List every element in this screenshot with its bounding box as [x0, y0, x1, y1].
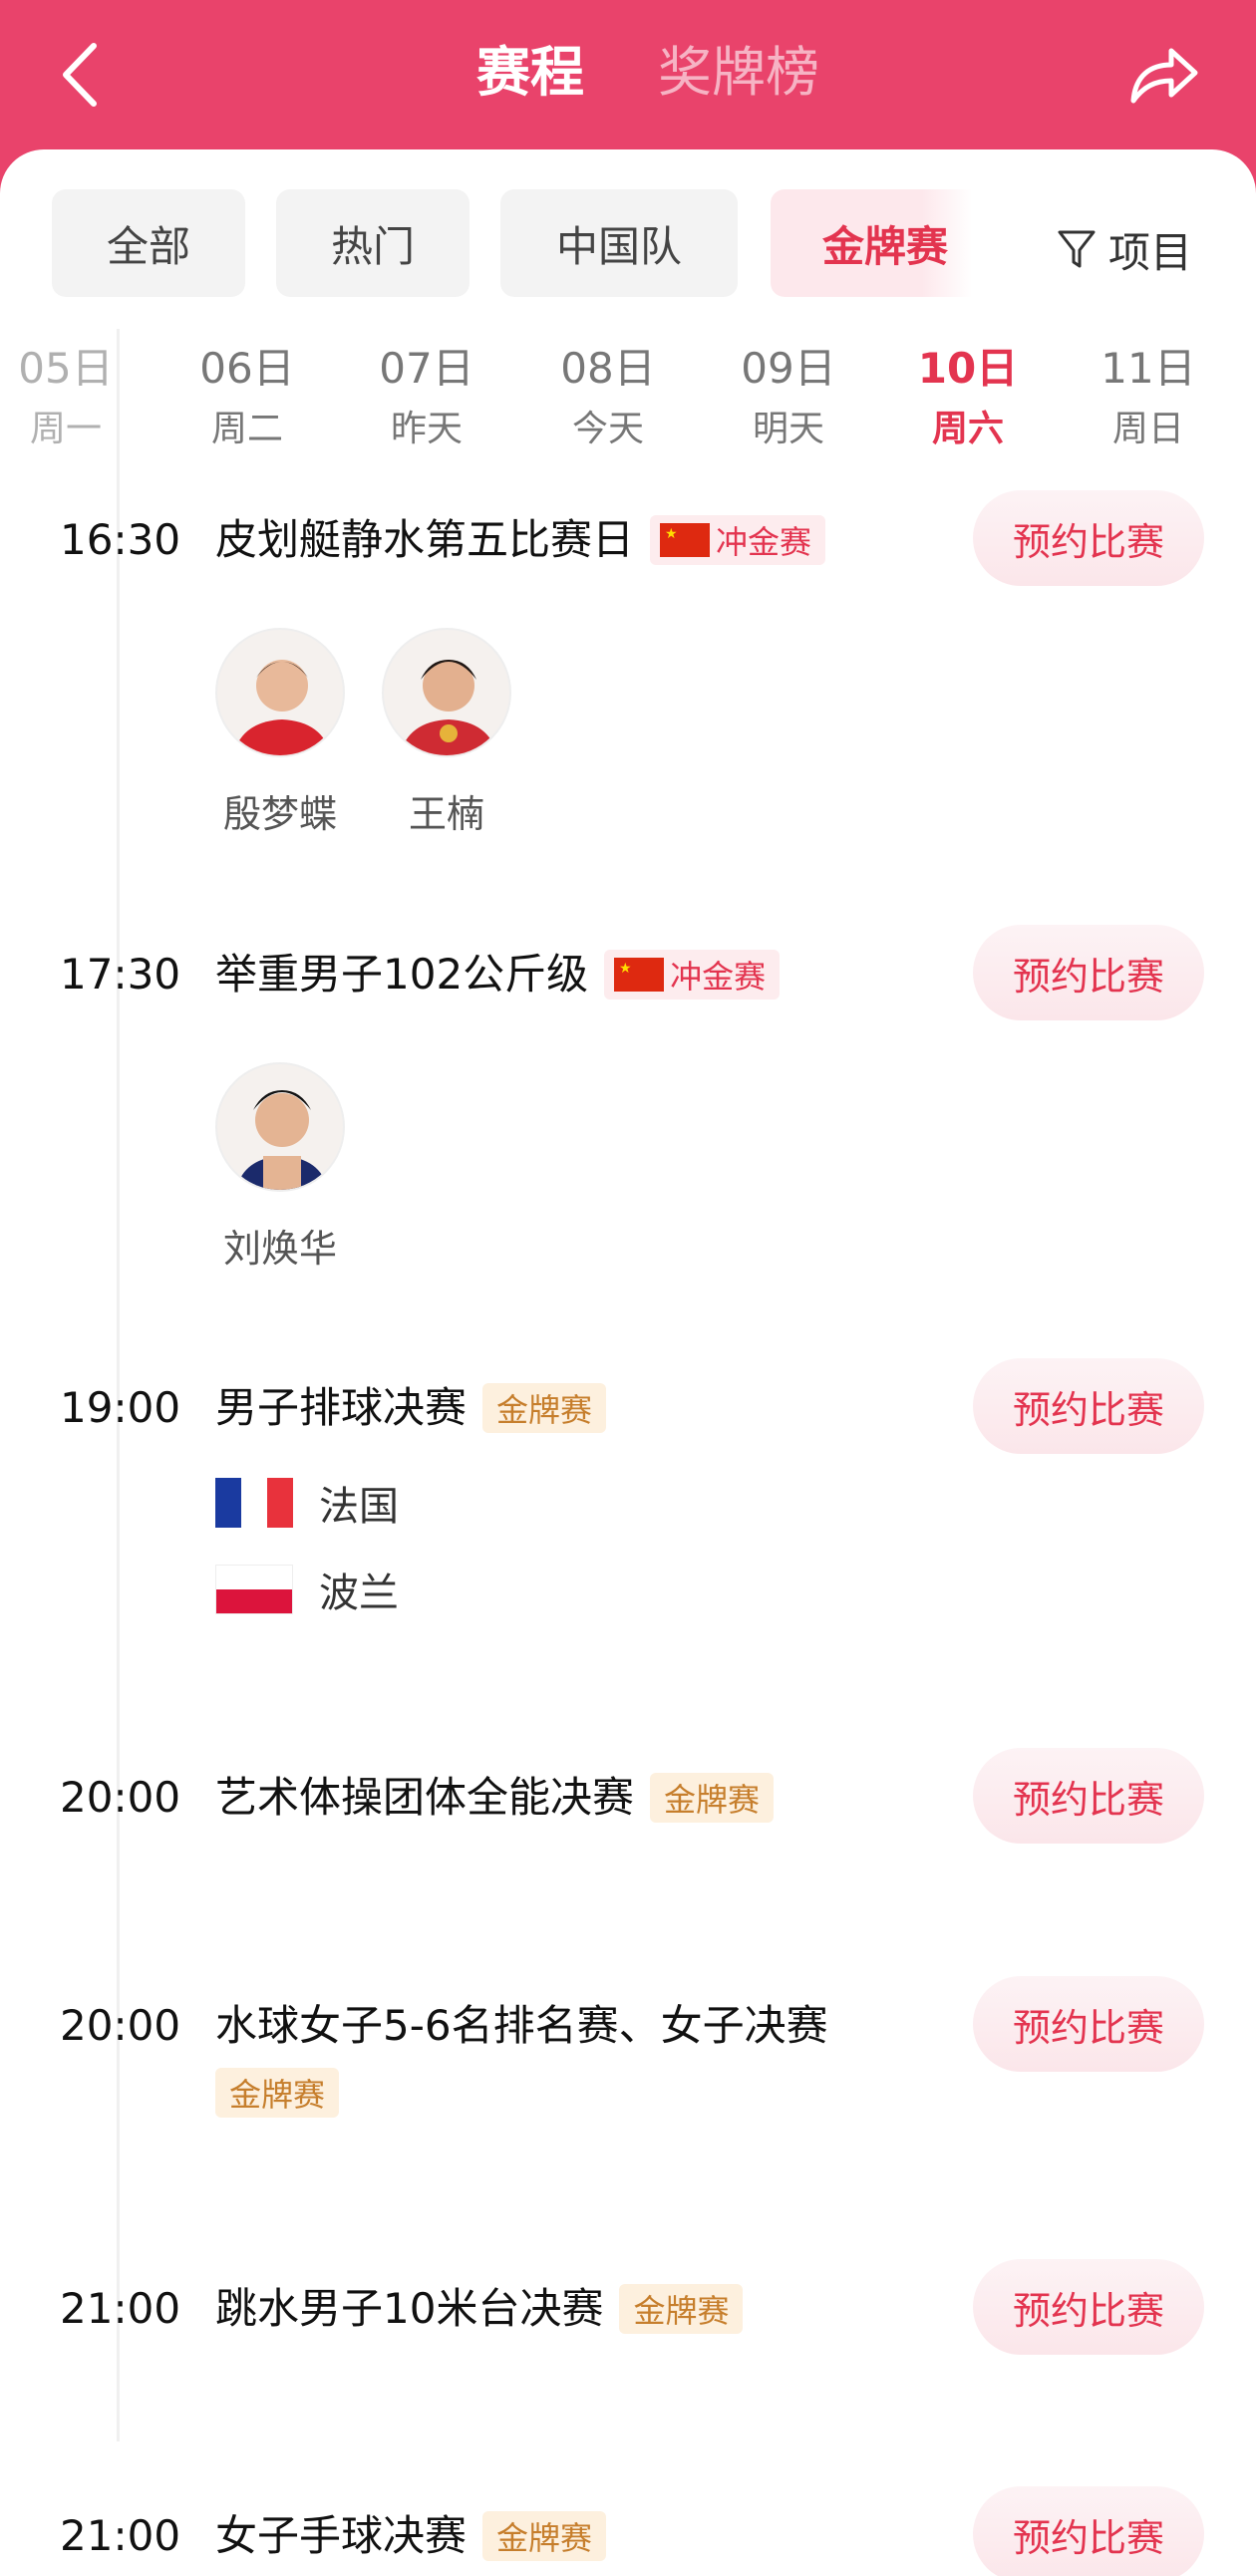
- date-weekday: 周二: [210, 409, 283, 449]
- date-day: 06日: [199, 344, 295, 393]
- share-button[interactable]: [1124, 35, 1204, 115]
- date-08[interactable]: 08日 今天: [538, 337, 678, 458]
- svg-text:★: ★: [665, 526, 678, 542]
- poland-flag-icon: [215, 1565, 293, 1614]
- china-flag-icon: ★: [660, 523, 711, 557]
- team-name: 法国: [319, 1484, 399, 1530]
- chip-all[interactable]: 全部: [52, 189, 245, 297]
- share-arrow-icon: [1130, 48, 1198, 104]
- athlete-card[interactable]: 刘焕华: [215, 1062, 345, 1273]
- date-07[interactable]: 07日 昨天: [357, 337, 496, 458]
- date-10[interactable]: 10日 周六: [898, 337, 1038, 458]
- team-row[interactable]: 波兰: [215, 1560, 399, 1619]
- date-day: 08日: [560, 344, 656, 393]
- gold-medal-tag: 金牌赛: [482, 2511, 607, 2561]
- china-flag-icon: ★: [614, 958, 665, 992]
- event-time: 21:00: [60, 2511, 181, 2560]
- tab-medal-table[interactable]: 奖牌榜: [658, 38, 819, 108]
- event-time: 17:30: [60, 950, 181, 999]
- event-time: 20:00: [60, 1773, 181, 1822]
- athlete-name: 王楠: [408, 792, 484, 836]
- reserve-button[interactable]: 预约比赛: [973, 2486, 1204, 2576]
- date-weekday: 明天: [752, 409, 824, 449]
- event-filter-button[interactable]: 项目: [1057, 219, 1192, 279]
- date-weekday: 今天: [571, 409, 644, 449]
- event-title[interactable]: 皮划艇静水第五比赛日: [215, 508, 634, 572]
- event-title[interactable]: 举重男子102公斤级: [215, 943, 588, 1006]
- chip-popular[interactable]: 热门: [276, 189, 470, 297]
- date-weekday: 昨天: [390, 409, 463, 449]
- event-title[interactable]: 男子排球决赛: [215, 1376, 467, 1440]
- date-day: 10日: [917, 344, 1019, 393]
- team-row[interactable]: 法国: [215, 1473, 399, 1533]
- filter-label: 项目: [1108, 227, 1193, 277]
- athlete-card[interactable]: 王楠: [382, 628, 511, 838]
- date-day: 05日: [18, 344, 114, 393]
- event-time: 16:30: [60, 515, 181, 564]
- date-11[interactable]: 11日 周日: [1079, 337, 1218, 458]
- athlete-card[interactable]: 殷梦蝶: [215, 628, 345, 838]
- date-weekday: 周日: [1111, 409, 1184, 449]
- reserve-button[interactable]: 预约比赛: [973, 490, 1204, 586]
- chevron-left-icon: [63, 43, 97, 107]
- france-flag-icon: [215, 1478, 293, 1528]
- gold-medal-tag: 金牌赛: [215, 2068, 340, 2118]
- athlete-avatar: [215, 628, 345, 757]
- athlete-name: 刘焕华: [222, 1227, 337, 1271]
- date-weekday: 周一: [29, 409, 102, 449]
- event-title[interactable]: 跳水男子10米台决赛: [215, 2277, 603, 2341]
- reserve-button[interactable]: 预约比赛: [973, 2259, 1204, 2355]
- event-time: 21:00: [60, 2284, 181, 2333]
- event-title[interactable]: 艺术体操团体全能决赛: [215, 1766, 634, 1830]
- reserve-button[interactable]: 预约比赛: [973, 1358, 1204, 1454]
- date-day: 09日: [741, 344, 836, 393]
- tag-label: 冲金赛: [716, 523, 812, 561]
- date-day: 11日: [1100, 344, 1196, 393]
- athlete-name: 殷梦蝶: [222, 792, 337, 836]
- funnel-icon: [1058, 230, 1096, 268]
- tag-label: 冲金赛: [670, 958, 767, 996]
- svg-text:★: ★: [619, 961, 632, 977]
- date-day: 07日: [379, 344, 474, 393]
- gold-medal-tag: 金牌赛: [650, 1773, 775, 1823]
- gold-medal-tag: 金牌赛: [482, 1383, 607, 1433]
- tab-schedule[interactable]: 赛程: [476, 38, 584, 108]
- event-time: 20:00: [60, 2001, 181, 2050]
- event-time: 19:00: [60, 1383, 181, 1432]
- event-title[interactable]: 女子手球决赛: [215, 2504, 467, 2568]
- chip-gold-medal[interactable]: 金牌赛: [771, 189, 972, 297]
- team-name: 波兰: [319, 1571, 399, 1616]
- athlete-avatar: [382, 628, 511, 757]
- date-09[interactable]: 09日 明天: [719, 337, 858, 458]
- china-gold-tag: ★ 冲金赛: [604, 950, 781, 1000]
- date-06[interactable]: 06日 周二: [177, 337, 317, 458]
- reserve-button[interactable]: 预约比赛: [973, 1748, 1204, 1844]
- chip-china-team[interactable]: 中国队: [500, 189, 738, 297]
- date-weekday: 周六: [931, 409, 1004, 449]
- gold-medal-tag: 金牌赛: [619, 2284, 744, 2334]
- reserve-button[interactable]: 预约比赛: [973, 1976, 1204, 2072]
- athlete-avatar: [215, 1062, 345, 1192]
- date-05[interactable]: 05日 周一: [0, 337, 136, 458]
- china-gold-tag: ★ 冲金赛: [650, 515, 826, 565]
- back-button[interactable]: [55, 40, 105, 110]
- reserve-button[interactable]: 预约比赛: [973, 925, 1204, 1020]
- event-title[interactable]: 水球女子5-6名排名赛、女子决赛: [215, 1994, 828, 2058]
